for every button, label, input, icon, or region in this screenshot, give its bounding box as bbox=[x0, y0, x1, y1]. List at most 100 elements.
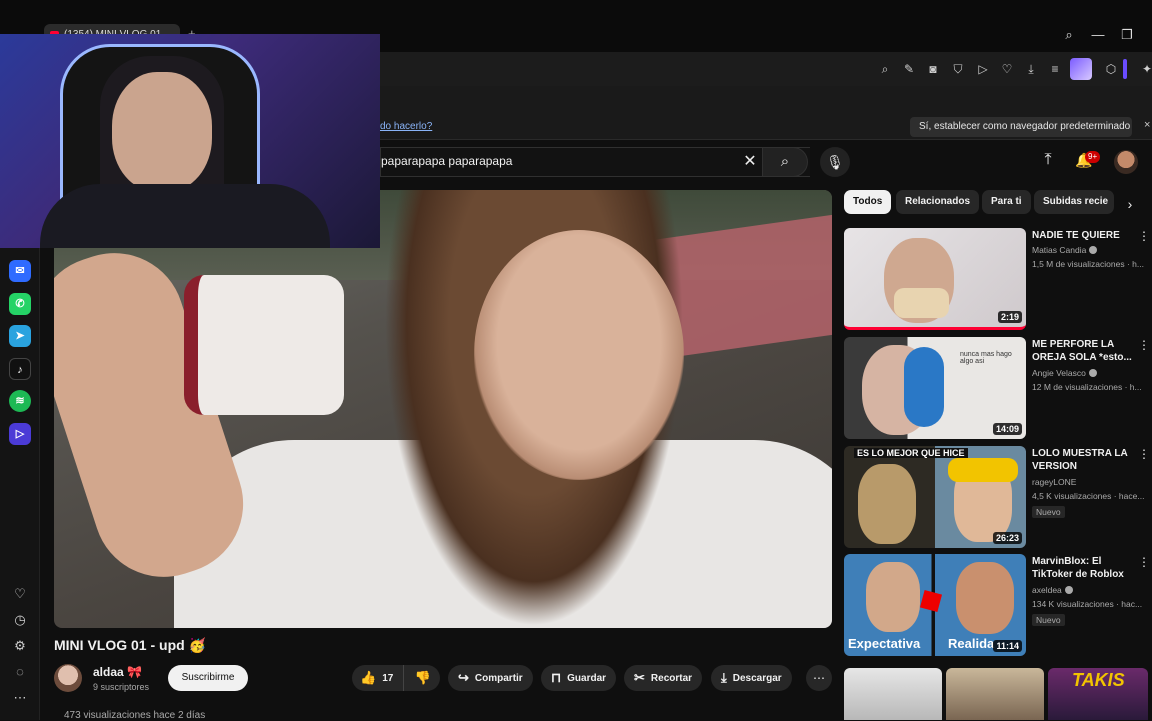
zoom-icon[interactable]: ⌕ bbox=[876, 60, 894, 78]
upload-icon[interactable]: ⤒ bbox=[1038, 151, 1058, 171]
verified-icon bbox=[1064, 586, 1073, 594]
download-icon: ⤓ bbox=[721, 670, 727, 685]
bulb-icon[interactable]: ◌ bbox=[10, 662, 30, 682]
clip-button[interactable]: ✂ Recortar bbox=[624, 665, 703, 691]
more-actions-button[interactable]: ⋯ bbox=[806, 665, 832, 691]
tiktok-icon[interactable]: ♪ bbox=[9, 358, 31, 380]
rec-channel[interactable]: rageyLONE bbox=[1032, 477, 1076, 487]
rec-meta: 4,5 K visualizaciones · hace... bbox=[1032, 491, 1145, 501]
webcam-overlay bbox=[0, 34, 380, 248]
messenger-icon[interactable]: ✉ bbox=[9, 260, 31, 282]
spotify-icon[interactable]: ≋ bbox=[9, 390, 31, 412]
gear-icon[interactable]: ⚙ bbox=[10, 636, 30, 656]
shield-icon[interactable]: ⛉ bbox=[949, 60, 967, 78]
rec-menu-icon[interactable]: ⋮ bbox=[1138, 229, 1150, 243]
play-icon[interactable]: ▷ bbox=[974, 60, 992, 78]
search-icon[interactable]: ⌕ bbox=[1059, 26, 1079, 44]
chevron-right-icon[interactable]: › bbox=[1120, 194, 1140, 214]
whatsapp-icon[interactable]: ✆ bbox=[9, 293, 31, 315]
rec-title[interactable]: LOLO MUESTRA LA VERSION ORIGINAL... bbox=[1032, 447, 1132, 475]
save-label: Guardar bbox=[567, 673, 607, 684]
chip-relacionados[interactable]: Relacionados bbox=[896, 190, 980, 214]
edit-icon[interactable]: ✎ bbox=[900, 60, 918, 78]
menu-icon[interactable]: ≡ bbox=[1046, 60, 1064, 78]
set-default-browser-button[interactable]: Sí, establecer como navegador predetermi… bbox=[910, 117, 1132, 137]
rec-menu-icon[interactable]: ⋮ bbox=[1138, 338, 1150, 352]
shorts-thumbnail[interactable] bbox=[946, 668, 1044, 720]
rec-meta: 12 M de visualizaciones · h... bbox=[1032, 382, 1142, 392]
infobar-link[interactable]: do hacerlo? bbox=[380, 121, 432, 132]
video-player[interactable] bbox=[54, 190, 832, 628]
rec-channel[interactable]: Matias Candia bbox=[1032, 245, 1098, 255]
rec-thumbnail[interactable]: ES LO MEJOR QUE HICE 26:23 bbox=[844, 446, 1026, 548]
pin-icon[interactable]: ✦ bbox=[1138, 60, 1152, 78]
channel-name[interactable]: aldaa 🎀 bbox=[93, 665, 142, 679]
heart-icon[interactable]: ♡ bbox=[10, 584, 30, 604]
share-label: Compartir bbox=[474, 673, 523, 684]
thumbnail-caption: nunca mas hago algo asi bbox=[960, 351, 1012, 365]
like-button[interactable]: 👍 17 bbox=[352, 665, 404, 691]
chip-subidas-recientes[interactable]: Subidas recie bbox=[1034, 190, 1114, 214]
thumbnail-caption-2: Realida bbox=[948, 636, 995, 651]
rec-menu-icon[interactable]: ⋮ bbox=[1138, 555, 1150, 569]
video-duration: 11:14 bbox=[993, 640, 1022, 652]
rec-menu-icon[interactable]: ⋮ bbox=[1138, 447, 1150, 461]
new-badge: Nuevo bbox=[1032, 614, 1065, 626]
download-button[interactable]: ⤓ Descargar bbox=[711, 665, 792, 691]
channel-avatar[interactable] bbox=[54, 664, 82, 692]
extension-avatar[interactable] bbox=[1070, 58, 1092, 80]
rec-title[interactable]: NADIE TE QUIERE bbox=[1032, 229, 1132, 242]
dislike-button[interactable]: 👎 bbox=[406, 665, 440, 691]
clear-search-icon[interactable]: ✕ bbox=[740, 151, 760, 171]
chip-todos[interactable]: Todos bbox=[844, 190, 892, 214]
bookmark-icon: ⊓ bbox=[551, 670, 562, 685]
rec-title[interactable]: MarvinBlox: El TikToker de Roblox ... bbox=[1032, 555, 1132, 583]
clip-label: Recortar bbox=[650, 673, 693, 684]
verified-icon bbox=[1088, 369, 1097, 377]
like-dislike-group: 👍 17 👎 bbox=[352, 665, 440, 691]
save-button[interactable]: ⊓ Guardar bbox=[541, 665, 617, 691]
share-icon: ↪ bbox=[458, 670, 469, 685]
telegram-icon[interactable]: ➤ bbox=[9, 325, 31, 347]
rec-channel[interactable]: Angie Velasco bbox=[1032, 368, 1097, 378]
search-input[interactable]: paparapapa paparapapa bbox=[381, 154, 512, 168]
rec-thumbnail[interactable]: Expectativa Realida 11:14 bbox=[844, 554, 1026, 656]
thumbs-up-icon: 👍 bbox=[360, 670, 377, 685]
heart-icon[interactable]: ♡ bbox=[998, 60, 1016, 78]
restore-icon[interactable]: ❐ bbox=[1117, 26, 1137, 44]
video-title: MINI VLOG 01 - upd 🥳 bbox=[54, 637, 206, 653]
user-avatar[interactable] bbox=[1114, 150, 1138, 174]
rec-meta: 134 K visualizaciones · hac... bbox=[1032, 599, 1143, 609]
download-label: Descargar bbox=[732, 673, 782, 684]
rec-title[interactable]: ME PERFORE LA OREJA SOLA *esto... bbox=[1032, 338, 1132, 364]
search-button[interactable]: ⌕ bbox=[762, 147, 808, 177]
cube-icon[interactable]: ⬡ bbox=[1102, 60, 1120, 78]
subscriber-count: 9 suscriptores bbox=[93, 682, 150, 692]
download-icon[interactable]: ⤓ bbox=[1022, 60, 1040, 78]
more-icon[interactable]: ⋯ bbox=[10, 688, 30, 708]
share-button[interactable]: ↪ Compartir bbox=[448, 665, 533, 691]
search-icon: ⌕ bbox=[780, 153, 790, 170]
chip-para-ti[interactable]: Para ti bbox=[982, 190, 1031, 214]
rec-channel[interactable]: axeldea bbox=[1032, 585, 1073, 595]
new-badge: Nuevo bbox=[1032, 506, 1065, 518]
shorts-thumbnail[interactable] bbox=[844, 668, 942, 720]
extension-indicator bbox=[1123, 59, 1127, 79]
like-count: 17 bbox=[382, 673, 394, 684]
video-duration: 2:19 bbox=[997, 311, 1022, 323]
scissors-icon: ✂ bbox=[634, 670, 645, 685]
thumbnail-caption: Expectativa bbox=[848, 636, 921, 651]
microphone-icon: 🎙 bbox=[826, 154, 844, 170]
shorts-thumbnail[interactable]: TAKIS bbox=[1048, 668, 1148, 720]
minimize-icon[interactable]: — bbox=[1088, 26, 1108, 44]
rec-meta: 1,5 M de visualizaciones · h... bbox=[1032, 259, 1144, 269]
camera-icon[interactable]: ◙ bbox=[924, 60, 942, 78]
player-icon[interactable]: ▷ bbox=[9, 423, 31, 445]
rec-thumbnail[interactable]: nunca mas hago algo asi 14:09 bbox=[844, 337, 1026, 439]
voice-search-button[interactable]: 🎙 bbox=[820, 147, 850, 177]
subscribe-button[interactable]: Suscribirme bbox=[168, 665, 248, 691]
infobar-close-icon[interactable]: × bbox=[1144, 119, 1150, 131]
views-and-date: 473 visualizaciones hace 2 días bbox=[64, 710, 206, 721]
rec-thumbnail[interactable]: 2:19 bbox=[844, 228, 1026, 330]
clock-icon[interactable]: ◷ bbox=[10, 610, 30, 630]
